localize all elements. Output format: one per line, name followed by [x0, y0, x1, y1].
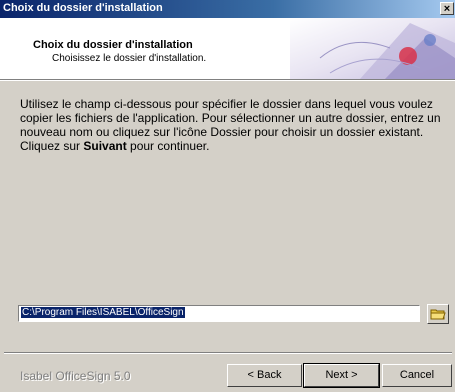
header-separator [0, 80, 455, 81]
header-graphic [290, 18, 455, 79]
next-button[interactable]: Next > [303, 363, 380, 388]
header-panel: Choix du dossier d'installation Choisiss… [0, 18, 455, 80]
instructions-part-end: pour continuer. [126, 139, 210, 153]
page-title: Choix du dossier d'installation [33, 39, 193, 51]
footer-divider-highlight [4, 353, 452, 354]
browse-folder-button[interactable] [427, 304, 449, 324]
instructions-bold: Suivant [83, 139, 127, 153]
page-subtitle: Choisissez le dossier d'installation. [52, 53, 207, 64]
folder-icon [430, 309, 446, 320]
install-path-field[interactable]: C:\Program Files\ISABEL\OfficeSign [18, 305, 420, 322]
brand-label: Isabel OfficeSign 5.0 [20, 369, 131, 383]
title-bar: Choix du dossier d'installation × [0, 0, 455, 18]
window-title: Choix du dossier d'installation [3, 2, 163, 14]
cancel-button[interactable]: Cancel [382, 364, 452, 387]
back-button[interactable]: < Back [227, 364, 302, 387]
close-icon[interactable]: × [440, 2, 454, 15]
install-path-value: C:\Program Files\ISABEL\OfficeSign [21, 307, 185, 318]
instructions-text: Utilisez le champ ci-dessous pour spécif… [20, 97, 445, 153]
